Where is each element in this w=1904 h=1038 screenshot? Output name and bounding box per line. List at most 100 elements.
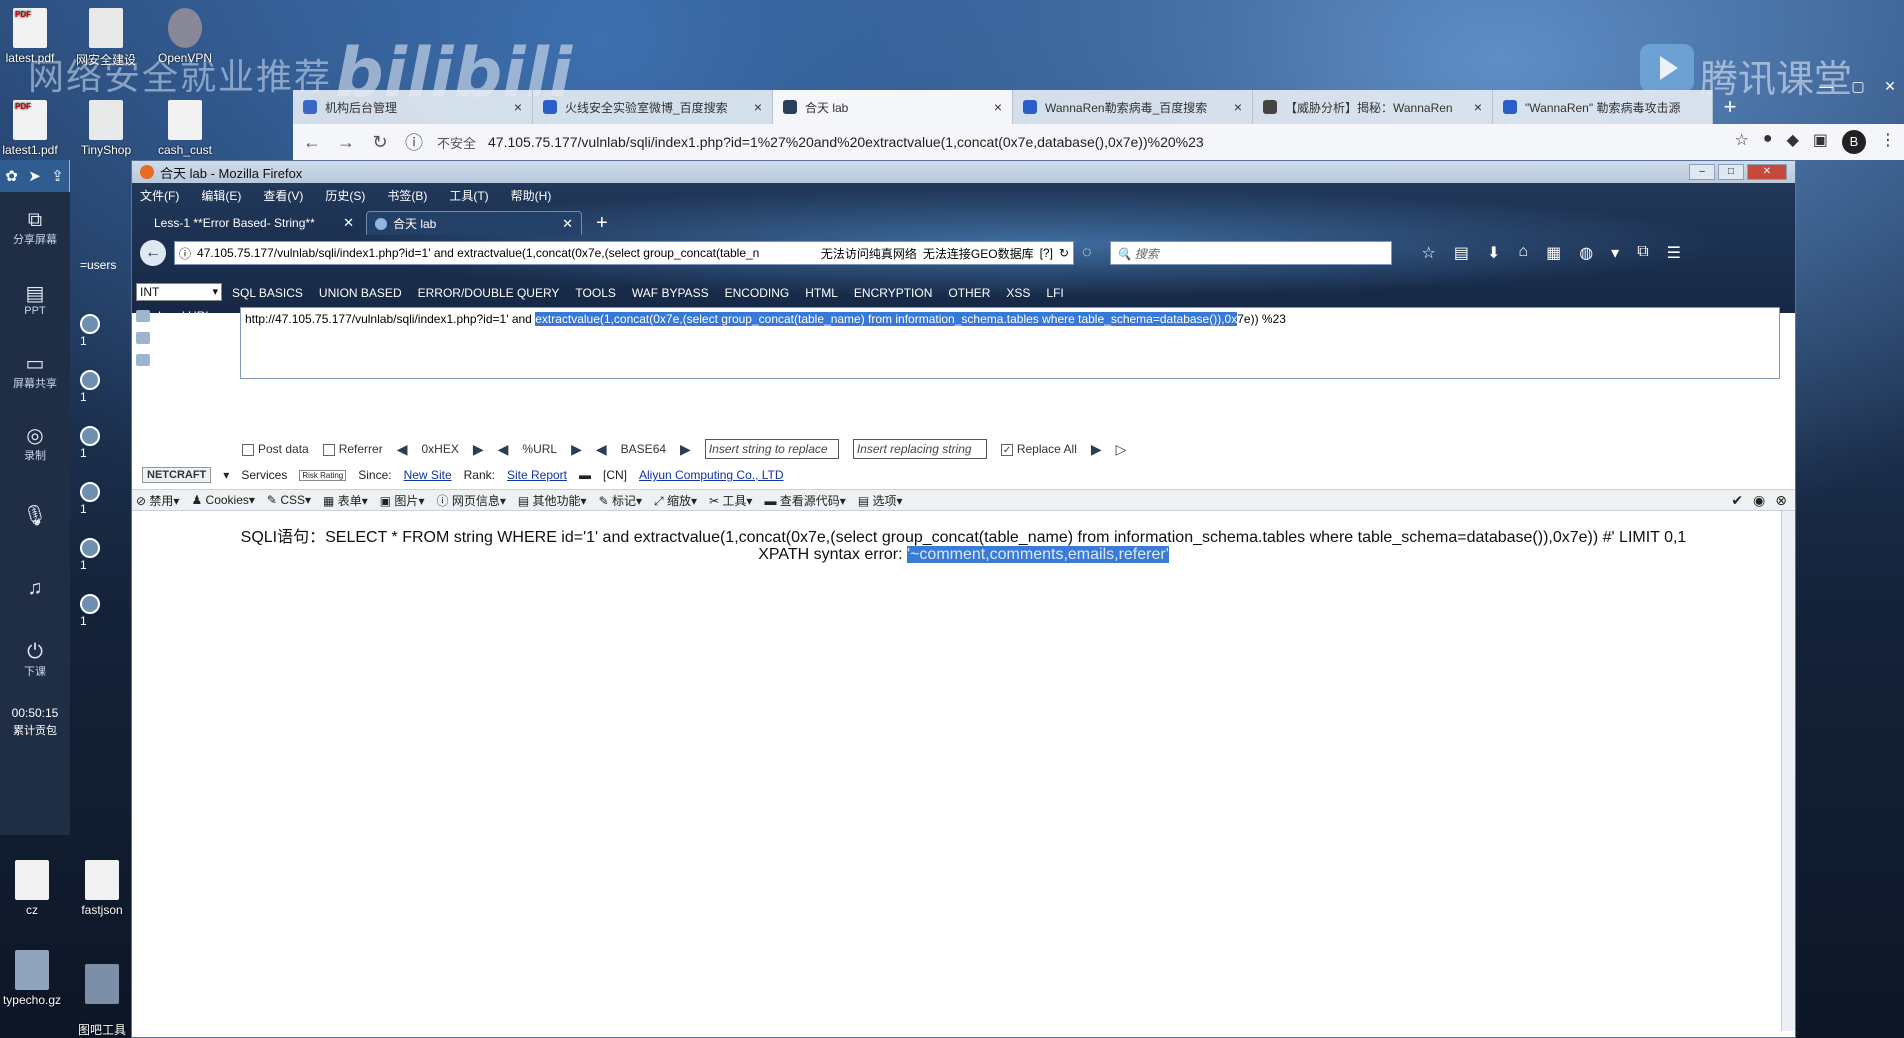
- reload-icon[interactable]: ↻: [1059, 246, 1069, 260]
- hackbar-menu-union-based[interactable]: UNION BASED: [319, 286, 402, 300]
- extension-icon[interactable]: ▦: [1546, 243, 1561, 263]
- hackbar-menu-error-double-query[interactable]: ERROR/DOUBLE QUERY: [418, 286, 560, 300]
- extension-icon[interactable]: ●: [1763, 130, 1773, 154]
- list-item[interactable]: 1: [72, 426, 128, 482]
- record-button[interactable]: ◎ 录制: [0, 408, 70, 480]
- mic-button[interactable]: 🎙: [0, 480, 70, 552]
- search-input[interactable]: 🔍 搜索: [1109, 241, 1392, 265]
- new-tab-button[interactable]: +: [1713, 90, 1747, 124]
- split-url-button[interactable]: Split URL: [136, 327, 216, 349]
- wd-images-menu[interactable]: ▣ 图片▾: [380, 492, 425, 509]
- palette-icon[interactable]: ◍: [1579, 243, 1593, 263]
- menu-help[interactable]: 帮助(H): [511, 187, 552, 204]
- firefox-address-bar[interactable]: ⓘ 47.105.75.177/vulnlab/sqli/index1.php?…: [174, 241, 1074, 265]
- hackbar-url-textarea[interactable]: http://47.105.75.177/vulnlab/sqli/index1…: [240, 307, 1780, 379]
- help-icon[interactable]: [?]: [1040, 246, 1053, 260]
- desktop-icon-tuba[interactable]: 图吧工具 2020: [62, 950, 142, 1038]
- load-url-button[interactable]: Load URL: [136, 305, 216, 327]
- close-icon[interactable]: ×: [1234, 99, 1242, 115]
- wd-tools-menu[interactable]: ✂ 工具▾: [709, 492, 752, 509]
- extension-icon[interactable]: ◆: [1787, 130, 1799, 154]
- hackbar-menu-xss[interactable]: XSS: [1006, 286, 1030, 300]
- wd-css-menu[interactable]: ✎ CSS▾: [267, 493, 311, 507]
- netcraft-logo[interactable]: NETCRAFT: [142, 467, 212, 483]
- wd-forms-menu[interactable]: ▦ 表单▾: [323, 492, 368, 509]
- base64-button[interactable]: BASE64: [621, 442, 666, 456]
- hackbar-menu-waf-bypass[interactable]: WAF BYPASS: [632, 286, 709, 300]
- right-arrow-icon[interactable]: ▶: [571, 441, 582, 458]
- list-item[interactable]: 1: [72, 370, 128, 426]
- list-item[interactable]: =users: [72, 258, 128, 314]
- wd-resize-menu[interactable]: ⤢ 缩放▾: [654, 492, 697, 509]
- hex-encode-button[interactable]: 0xHEX: [422, 442, 459, 456]
- hackbar-menu-lfi[interactable]: LFI: [1046, 286, 1063, 300]
- close-icon[interactable]: ⊗: [1775, 492, 1787, 509]
- desktop-icon-cash-cust[interactable]: cash_cust: [145, 100, 225, 157]
- left-arrow-icon[interactable]: ◀: [498, 441, 509, 458]
- menu-view[interactable]: 查看(V): [263, 187, 303, 204]
- desktop-icon-tinyshop[interactable]: TinyShop: [66, 100, 146, 157]
- right-arrow-icon[interactable]: ▶: [1091, 441, 1102, 458]
- desktop-icon-openvpn[interactable]: OpenVPN: [145, 8, 225, 65]
- share-icon[interactable]: ⇪: [51, 167, 64, 185]
- info-icon[interactable]: ◉: [1753, 492, 1765, 509]
- maximize-button[interactable]: ▢: [1844, 78, 1872, 100]
- close-icon[interactable]: ×: [994, 99, 1002, 115]
- hackbar-menu-html[interactable]: HTML: [805, 286, 838, 300]
- reload-icon[interactable]: ↻: [369, 132, 391, 153]
- hamburger-menu-icon[interactable]: ☰: [1667, 243, 1681, 263]
- replace-all-checkbox[interactable]: Replace All: [1000, 442, 1077, 456]
- close-window-button[interactable]: ✕: [1747, 164, 1787, 180]
- list-item[interactable]: 1: [72, 538, 128, 594]
- page-info-icon[interactable]: ⓘ: [179, 245, 191, 262]
- close-icon[interactable]: ×: [754, 99, 762, 115]
- hackbar-menu-encoding[interactable]: ENCODING: [725, 286, 790, 300]
- share-screen-button[interactable]: ⧉ 分享屏幕: [0, 192, 70, 264]
- menu-history[interactable]: 历史(S): [325, 187, 365, 204]
- firefox-tab-active[interactable]: 合天 lab ✕: [366, 211, 582, 235]
- execute-button[interactable]: Execute: [136, 349, 216, 371]
- maximize-button[interactable]: □: [1718, 164, 1744, 180]
- wd-source-menu[interactable]: ▬ 查看源代码▾: [764, 492, 845, 509]
- reading-list-icon[interactable]: ▤: [1454, 243, 1469, 263]
- end-class-button[interactable]: ⏻ 下课: [0, 624, 70, 696]
- left-arrow-icon[interactable]: ◀: [397, 441, 408, 458]
- back-arrow-icon[interactable]: ←: [301, 132, 323, 153]
- referrer-checkbox[interactable]: Referrer: [322, 442, 383, 456]
- left-arrow-icon[interactable]: ◀: [596, 441, 607, 458]
- hackbar-menu-sql-basics[interactable]: SQL BASICS: [232, 286, 303, 300]
- chrome-address-bar[interactable]: 47.105.75.177/vulnlab/sqli/index1.php?id…: [488, 134, 1723, 150]
- settings-icon[interactable]: ✿: [5, 167, 18, 185]
- minimize-button[interactable]: –: [1689, 164, 1715, 180]
- firefox-tab[interactable]: Less-1 **Error Based- String** ✕: [146, 211, 362, 235]
- hackbar-menu-encryption[interactable]: ENCRYPTION: [854, 286, 932, 300]
- dropdown-arrow-icon[interactable]: ▾: [223, 468, 229, 482]
- screenshot-icon[interactable]: ⧉: [1637, 243, 1648, 263]
- services-menu[interactable]: Services: [241, 468, 287, 482]
- wd-cookies-menu[interactable]: ♟ Cookies▾: [191, 493, 254, 507]
- close-icon[interactable]: ✕: [562, 216, 573, 232]
- site-report-link[interactable]: Site Report: [507, 468, 567, 482]
- minimize-button[interactable]: —: [1812, 78, 1840, 100]
- close-window-button[interactable]: ✕: [1876, 78, 1904, 100]
- back-button[interactable]: ←: [140, 240, 166, 266]
- chrome-tab[interactable]: 火线安全实验室微博_百度搜索 ×: [533, 90, 773, 124]
- send-icon[interactable]: ➤: [28, 167, 41, 185]
- chrome-tab[interactable]: 机构后台管理 ×: [293, 90, 533, 124]
- music-button[interactable]: ♫: [0, 552, 70, 624]
- insert-string-input[interactable]: Insert string to replace: [704, 439, 839, 459]
- hosting-link[interactable]: Aliyun Computing Co., LTD: [639, 468, 784, 482]
- list-item[interactable]: 1: [72, 594, 128, 650]
- wd-info-menu[interactable]: ⓘ 网页信息▾: [436, 492, 505, 509]
- menu-bookmarks[interactable]: 书签(B): [387, 187, 427, 204]
- home-icon[interactable]: ⌂: [1518, 243, 1528, 263]
- post-data-checkbox[interactable]: Post data: [242, 442, 309, 456]
- menu-edit[interactable]: 编辑(E): [201, 187, 241, 204]
- url-encode-button[interactable]: %URL: [522, 442, 557, 456]
- desktop-icon-latest-pdf[interactable]: latest.pdf: [0, 8, 70, 65]
- close-icon[interactable]: ×: [514, 99, 522, 115]
- ppt-button[interactable]: ▤ PPT: [0, 264, 70, 336]
- new-site-link[interactable]: New Site: [404, 468, 452, 482]
- wd-disable-menu[interactable]: ⊘ 禁用▾: [136, 492, 179, 509]
- download-icon[interactable]: ⬇: [1487, 243, 1500, 263]
